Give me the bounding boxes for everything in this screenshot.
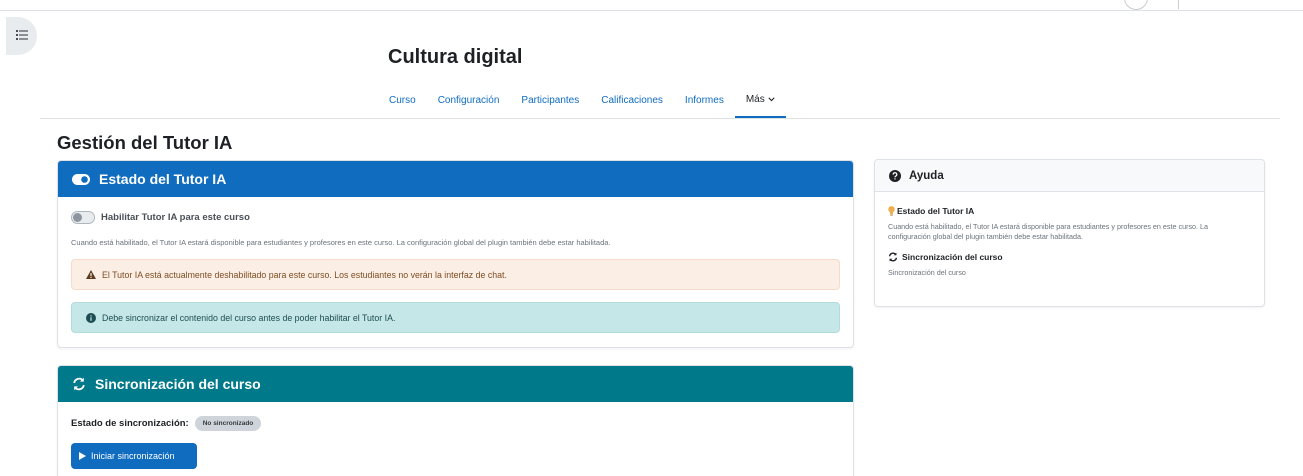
help-section-estado-text: Cuando está habilitado, el Tutor IA esta… (888, 222, 1209, 242)
question-circle-icon (889, 169, 901, 182)
sync-card-title: Sincronización del curso (95, 376, 261, 392)
refresh-icon (888, 252, 898, 262)
lightbulb-icon (888, 206, 895, 216)
sync-required-alert: Debe sincronizar el contenido del curso … (71, 302, 840, 333)
help-section-sync-heading: Sincronización del curso (902, 251, 1003, 262)
user-avatar[interactable] (1124, 0, 1148, 10)
nav-tab-informes[interactable]: Informes (674, 82, 735, 118)
enable-tutor-help: Cuando está habilitado, el Tutor IA esta… (71, 238, 611, 247)
help-section-estado-title: Estado del Tutor IA (888, 206, 1264, 216)
help-section-sync-text: Sincronización del curso (888, 267, 966, 277)
disabled-warning-alert: El Tutor IA está actualmente deshabilita… (71, 259, 840, 290)
course-title: Cultura digital (388, 46, 523, 68)
help-section-sync-title: Sincronización del curso (888, 252, 1264, 262)
disabled-warning-text: El Tutor IA está actualmente deshabilita… (102, 269, 507, 280)
navbar-divider (1178, 0, 1179, 9)
sync-status-badge: No sincronizado (194, 416, 262, 431)
page-title: Gestión del Tutor IA (57, 132, 233, 153)
help-card: Ayuda Estado del Tutor IA Cuando está ha… (874, 159, 1265, 307)
course-index-toggle[interactable] (6, 17, 37, 55)
help-section-sync: Sincronización del curso Sincronización … (875, 252, 1264, 278)
refresh-icon (72, 377, 86, 391)
list-icon (15, 27, 28, 45)
start-sync-button[interactable]: Iniciar sincronización (71, 443, 197, 469)
nav-tab-curso[interactable]: Curso (378, 82, 427, 118)
sync-status-row: Estado de sincronización: No sincronizad… (71, 416, 853, 431)
sync-status-label: Estado de sincronización: (71, 418, 189, 429)
course-secondary-nav: Curso Configuración Participantes Califi… (378, 82, 786, 118)
help-section-estado: Estado del Tutor IA Cuando está habilita… (875, 206, 1264, 243)
nav-tab-participantes[interactable]: Participantes (510, 82, 590, 118)
estado-card-header: Estado del Tutor IA (58, 161, 853, 197)
nav-tab-configuracion[interactable]: Configuración (427, 82, 511, 118)
nav-tab-mas-label: Más (745, 93, 765, 105)
start-sync-label: Iniciar sincronización (91, 451, 175, 461)
help-card-title: Ayuda (909, 169, 944, 182)
enable-tutor-row: Habilitar Tutor IA para este curso (71, 211, 853, 224)
sync-required-text: Debe sincronizar el contenido del curso … (102, 312, 396, 323)
info-circle-icon (86, 312, 96, 323)
nav-tab-mas[interactable]: Más (734, 82, 786, 118)
top-navbar-border (0, 10, 1303, 11)
estado-card: Estado del Tutor IA Habilitar Tutor IA p… (57, 160, 854, 348)
toggle-on-icon (72, 173, 90, 185)
sync-card: Sincronización del curso Estado de sincr… (57, 365, 854, 476)
nav-tab-calificaciones[interactable]: Calificaciones (590, 82, 674, 118)
enable-tutor-label: Habilitar Tutor IA para este curso (101, 212, 250, 223)
help-card-header: Ayuda (875, 160, 1264, 192)
nav-divider (40, 118, 1280, 119)
enable-tutor-switch[interactable] (71, 211, 95, 224)
chevron-down-icon (768, 96, 775, 102)
help-section-estado-heading: Estado del Tutor IA (897, 206, 975, 216)
sync-card-header: Sincronización del curso (58, 366, 853, 402)
warning-triangle-icon (86, 270, 96, 279)
play-icon (79, 452, 86, 460)
estado-card-title: Estado del Tutor IA (99, 171, 227, 187)
